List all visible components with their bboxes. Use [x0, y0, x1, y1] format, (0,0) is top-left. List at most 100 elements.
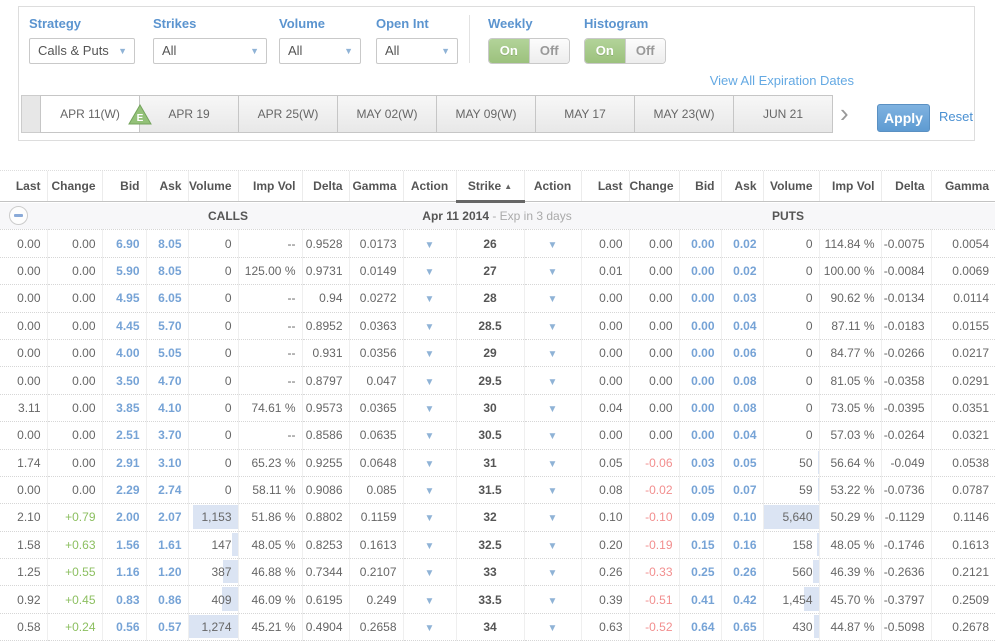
call-ask-cell[interactable]: 6.05	[146, 285, 188, 312]
call-action-dropdown[interactable]: ▼	[403, 613, 456, 640]
call-header-gamma[interactable]: Gamma	[349, 171, 403, 202]
put-action-dropdown[interactable]: ▼	[524, 339, 581, 366]
call-action-dropdown[interactable]: ▼	[403, 504, 456, 531]
call-bid-cell[interactable]: 3.85	[102, 394, 146, 421]
call-action-dropdown[interactable]: ▼	[403, 257, 456, 284]
put-ask-cell[interactable]: 0.06	[721, 339, 763, 366]
expiration-tab-jun-21[interactable]: JUN 21	[733, 95, 833, 133]
put-bid-cell[interactable]: 0.00	[679, 394, 721, 421]
put-bid-cell[interactable]: 0.41	[679, 586, 721, 613]
histogram-off-button[interactable]: Off	[625, 39, 666, 63]
put-bid-cell[interactable]: 0.00	[679, 285, 721, 312]
put-action-dropdown[interactable]: ▼	[524, 504, 581, 531]
tabs-scroll-right-icon[interactable]: ›	[840, 95, 849, 131]
put-header-imp-vol[interactable]: Imp Vol	[819, 171, 881, 202]
put-ask-cell[interactable]: 0.02	[721, 230, 763, 257]
call-ask-cell[interactable]: 1.61	[146, 531, 188, 558]
histogram-on-button[interactable]: On	[585, 39, 625, 63]
call-bid-cell[interactable]: 4.45	[102, 312, 146, 339]
call-bid-cell[interactable]: 6.90	[102, 230, 146, 257]
call-bid-cell[interactable]: 4.95	[102, 285, 146, 312]
call-ask-cell[interactable]: 8.05	[146, 230, 188, 257]
put-header-last[interactable]: Last	[581, 171, 629, 202]
put-action-dropdown[interactable]: ▼	[524, 613, 581, 640]
put-bid-cell[interactable]: 0.00	[679, 257, 721, 284]
call-action-dropdown[interactable]: ▼	[403, 422, 456, 449]
expiration-tab-apr-25-w[interactable]: APR 25(W)	[238, 95, 338, 133]
reset-link[interactable]: Reset	[939, 109, 973, 124]
put-ask-cell[interactable]: 0.08	[721, 367, 763, 394]
call-action-dropdown[interactable]: ▼	[403, 394, 456, 421]
call-header-ask[interactable]: Ask	[146, 171, 188, 202]
call-header-volume[interactable]: Volume	[188, 171, 238, 202]
put-action-dropdown[interactable]: ▼	[524, 312, 581, 339]
put-bid-cell[interactable]: 0.03	[679, 449, 721, 476]
call-bid-cell[interactable]: 1.56	[102, 531, 146, 558]
put-ask-cell[interactable]: 0.05	[721, 449, 763, 476]
put-bid-cell[interactable]: 0.00	[679, 230, 721, 257]
put-action-dropdown[interactable]: ▼	[524, 422, 581, 449]
put-bid-cell[interactable]: 0.05	[679, 476, 721, 503]
put-ask-cell[interactable]: 0.03	[721, 285, 763, 312]
expiration-tab-may-23-w[interactable]: MAY 23(W)	[634, 95, 734, 133]
expiration-tab-may-09-w[interactable]: MAY 09(W)	[436, 95, 536, 133]
put-action-dropdown[interactable]: ▼	[524, 230, 581, 257]
expiration-tab-apr-19[interactable]: APR 19	[139, 95, 239, 133]
expiration-tab-may-17[interactable]: MAY 17	[535, 95, 635, 133]
put-header-delta[interactable]: Delta	[881, 171, 931, 202]
put-header-bid[interactable]: Bid	[679, 171, 721, 202]
call-header-imp-vol[interactable]: Imp Vol	[238, 171, 302, 202]
put-bid-cell[interactable]: 0.00	[679, 422, 721, 449]
expiration-tab-apr-11-w[interactable]: APR 11(W)	[40, 95, 140, 133]
weekly-off-button[interactable]: Off	[529, 39, 570, 63]
call-bid-cell[interactable]: 0.83	[102, 586, 146, 613]
call-header-delta[interactable]: Delta	[302, 171, 349, 202]
put-bid-cell[interactable]: 0.00	[679, 367, 721, 394]
put-bid-cell[interactable]: 0.09	[679, 504, 721, 531]
apply-button[interactable]: Apply	[877, 104, 930, 132]
put-bid-cell[interactable]: 0.15	[679, 531, 721, 558]
call-ask-cell[interactable]: 3.70	[146, 422, 188, 449]
call-ask-cell[interactable]: 0.86	[146, 586, 188, 613]
put-bid-cell[interactable]: 0.00	[679, 339, 721, 366]
weekly-on-button[interactable]: On	[489, 39, 529, 63]
call-action-dropdown[interactable]: ▼	[403, 449, 456, 476]
put-ask-cell[interactable]: 0.07	[721, 476, 763, 503]
open-int-select[interactable]: All ▼	[376, 38, 458, 64]
call-header-change[interactable]: Change	[47, 171, 102, 202]
call-bid-cell[interactable]: 0.56	[102, 613, 146, 640]
put-header-action[interactable]: Action	[524, 171, 581, 202]
call-header-bid[interactable]: Bid	[102, 171, 146, 202]
put-action-dropdown[interactable]: ▼	[524, 449, 581, 476]
view-all-expiration-dates-link[interactable]: View All Expiration Dates	[710, 73, 854, 88]
put-header-volume[interactable]: Volume	[763, 171, 819, 202]
put-ask-cell[interactable]: 0.04	[721, 422, 763, 449]
put-ask-cell[interactable]: 0.16	[721, 531, 763, 558]
put-ask-cell[interactable]: 0.02	[721, 257, 763, 284]
call-ask-cell[interactable]: 0.57	[146, 613, 188, 640]
call-action-dropdown[interactable]: ▼	[403, 559, 456, 586]
call-action-dropdown[interactable]: ▼	[403, 339, 456, 366]
put-header-ask[interactable]: Ask	[721, 171, 763, 202]
call-ask-cell[interactable]: 4.70	[146, 367, 188, 394]
call-ask-cell[interactable]: 8.05	[146, 257, 188, 284]
call-action-dropdown[interactable]: ▼	[403, 367, 456, 394]
call-action-dropdown[interactable]: ▼	[403, 312, 456, 339]
put-action-dropdown[interactable]: ▼	[524, 586, 581, 613]
put-action-dropdown[interactable]: ▼	[524, 559, 581, 586]
put-action-dropdown[interactable]: ▼	[524, 285, 581, 312]
call-action-dropdown[interactable]: ▼	[403, 230, 456, 257]
call-action-dropdown[interactable]: ▼	[403, 476, 456, 503]
call-header-last[interactable]: Last	[0, 171, 47, 202]
call-header-action[interactable]: Action	[403, 171, 456, 202]
call-bid-cell[interactable]: 2.29	[102, 476, 146, 503]
call-ask-cell[interactable]: 3.10	[146, 449, 188, 476]
call-ask-cell[interactable]: 4.10	[146, 394, 188, 421]
put-ask-cell[interactable]: 0.65	[721, 613, 763, 640]
strikes-select[interactable]: All ▼	[153, 38, 267, 64]
call-ask-cell[interactable]: 1.20	[146, 559, 188, 586]
tabs-scroll-left[interactable]	[21, 95, 41, 133]
call-bid-cell[interactable]: 2.91	[102, 449, 146, 476]
call-action-dropdown[interactable]: ▼	[403, 586, 456, 613]
put-action-dropdown[interactable]: ▼	[524, 367, 581, 394]
